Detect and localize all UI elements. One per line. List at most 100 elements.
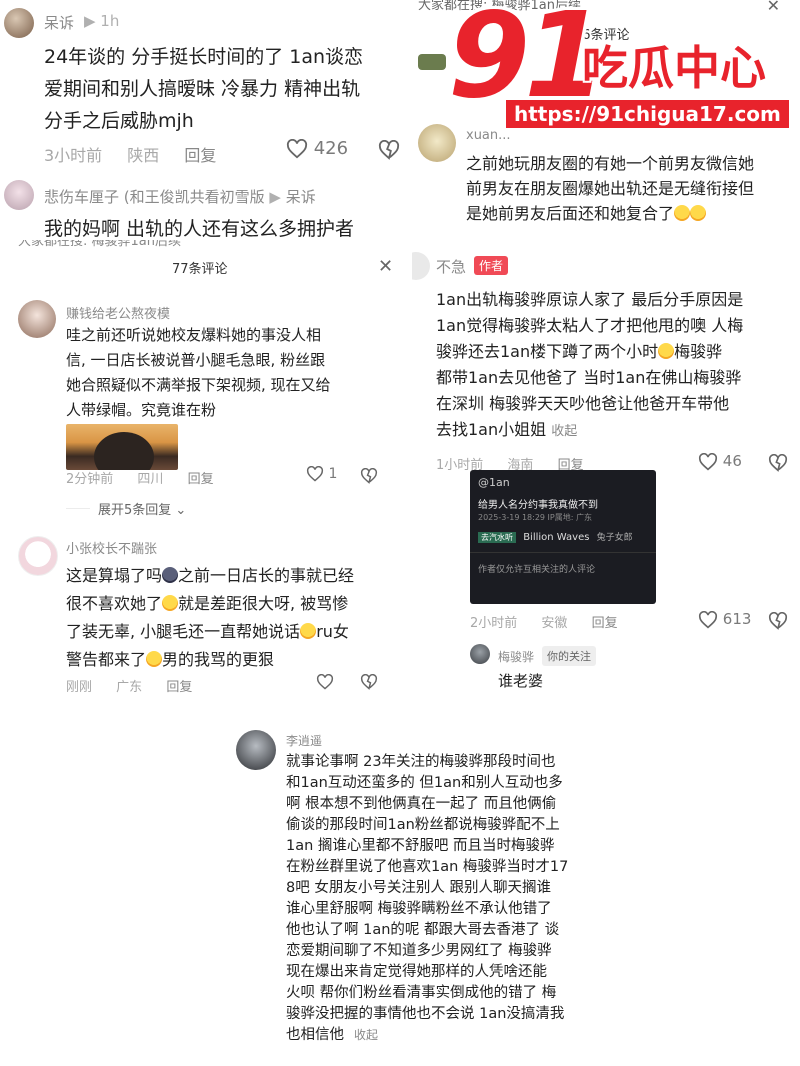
comment-time: 2小时前 — [470, 616, 518, 631]
avatar[interactable] — [236, 730, 276, 770]
avatar[interactable] — [412, 252, 430, 280]
avatar[interactable] — [18, 300, 56, 338]
music-title: Billion Waves — [523, 532, 590, 543]
comment-meta: 3小时前 陕西 回复 — [44, 142, 236, 166]
comment-username[interactable]: 悲伤车厘子 (和王俊凯共看初雪版 ▶ 呆诉 — [44, 186, 316, 207]
comment-text-line: 谁心里舒服啊 梅骏骅瞒粉丝不承认他错了 — [286, 901, 552, 917]
close-icon[interactable]: ✕ — [378, 256, 393, 277]
heart-icon — [286, 139, 308, 159]
comment-text-line: 警告都来了 男的我骂的更狠 — [66, 646, 274, 670]
comment-text: 去找1an小姐姐 — [436, 420, 547, 439]
card-divider — [470, 552, 656, 553]
comment-text: 男的我骂的更狠 — [162, 650, 275, 669]
comment-text-line: 去找1an小姐姐 收起 — [436, 416, 577, 440]
dislike-icon[interactable] — [360, 468, 378, 484]
comment-text-line: 1an出轨梅骏骅原谅人家了 最后分手原因是 — [436, 290, 744, 309]
comment-username[interactable]: 李逍遥 — [286, 732, 322, 749]
embedded-screenshot-card[interactable]: @1an 给男人名分约事我真做不到 2025-3-19 18:29 IP属地: … — [470, 470, 656, 604]
comment-text: 就是差距很大呀, 被骂惨 — [178, 594, 349, 613]
card-music-row[interactable]: 去汽水听 Billion Waves 兔子女郎 — [478, 530, 633, 543]
reply-button[interactable]: 回复 — [592, 616, 618, 631]
comment-text-line: 啊 根本想不到他俩真在一起了 而且他俩偷 — [286, 796, 557, 812]
comment-text: 警告都来了 — [66, 650, 147, 669]
comment-text-line: 就事论事啊 23年关注的梅骏骅那段时间也 — [286, 754, 556, 770]
comment-text-line: 恋爱期间聊了不知道多少男网红了 梅骏骅 — [286, 943, 552, 959]
comment-username[interactable]: 小张校长不踹张 — [66, 538, 157, 557]
dislike-icon[interactable] — [360, 674, 378, 690]
like-button[interactable]: 426 — [286, 138, 348, 159]
comment-text-line: 之前她玩朋友圈的有她一个前男友微信她 — [466, 154, 755, 173]
heart-icon[interactable] — [316, 674, 334, 690]
comment-text: 是她前男友后面还和她复合了 — [466, 204, 675, 223]
comment-text-line: 偷谈的那段时间1an粉丝都说梅骏骅配不上 — [286, 817, 560, 833]
comment-text: ru女 — [316, 622, 349, 641]
comment-text-line: 哇之前还听说她校友爆料她的事没人相 — [66, 326, 322, 344]
dark-face-emoji-icon — [162, 567, 179, 584]
crying-laugh-emoji-icon — [658, 343, 675, 360]
heart-icon — [306, 466, 324, 482]
comment-text-line: 这是算塌了吗 之前一日店长的事就已经 — [66, 562, 354, 586]
panel-right-middle: 不急 作者 1an出轨梅骏骅原谅人家了 最后分手原因是 1an觉得梅骏骅太粘人了才… — [412, 240, 800, 710]
avatar[interactable] — [4, 8, 34, 38]
like-button[interactable]: 613 — [698, 610, 751, 629]
comment-count: 77条评论 — [172, 262, 228, 277]
like-count: 613 — [722, 610, 752, 628]
card-date: 2025-3-19 18:29 IP属地: 广东 — [478, 513, 592, 522]
comment-text-line: 分手之后威胁mjh — [44, 110, 194, 132]
comment-text-line: 他也认了啊 1an的呢 都跟大哥去香港了 谈 — [286, 922, 560, 938]
comment-username[interactable]: 赚钱给老公熬夜模 — [66, 303, 170, 322]
heart-icon — [698, 610, 718, 628]
comment-text: 很不喜欢她了 — [66, 594, 163, 613]
comment-text-line: 现在爆出来肯定觉得她那样的人凭啥还能 — [286, 964, 547, 980]
comment-meta: 2分钟前 四川 回复 — [66, 468, 234, 487]
avatar[interactable] — [470, 644, 490, 664]
like-button[interactable]: 46 — [698, 452, 742, 471]
comment-text-line: 都带1an去见他爸了 当时1an在佛山梅骏骅 — [436, 368, 742, 387]
panel-bottom: 李逍遥 就事论事啊 23年关注的梅骏骅那段时间也 和1an互动还蛮多的 但1an和… — [222, 714, 602, 1066]
comment-time-header: ▶ 1h — [84, 12, 120, 30]
comment-time: 2分钟前 — [66, 472, 114, 487]
photo-subject — [94, 432, 154, 470]
comment-text-line: 在深圳 梅骏骅天天吵他爸让他爸开车带他 — [436, 394, 730, 413]
comment-location: 四川 — [137, 472, 164, 487]
collapse-button[interactable]: 收起 — [551, 424, 577, 439]
following-badge: 你的关注 — [542, 646, 597, 666]
comment-text-line: 她合照疑似不满举报下架视频, 现在又给 — [66, 376, 331, 394]
dislike-icon[interactable] — [768, 612, 788, 630]
avatar[interactable] — [4, 180, 34, 210]
reply-button[interactable]: 回复 — [184, 146, 216, 165]
grimace-emoji-icon — [162, 595, 179, 612]
like-button[interactable]: 1 — [306, 466, 337, 482]
comment-image[interactable] — [66, 424, 178, 470]
comment-text-line: 很不喜欢她了 就是差距很大呀, 被骂惨 — [66, 590, 348, 614]
music-artist: 兔子女郎 — [596, 533, 633, 543]
avatar[interactable] — [418, 54, 446, 70]
reply-button[interactable]: 回复 — [166, 680, 192, 695]
like-count: 1 — [328, 466, 338, 482]
chevron-down-icon: ⌄ — [175, 503, 187, 518]
watermark-url: https://91chigua17.com — [506, 100, 789, 128]
comment-username[interactable]: 不急 作者 — [436, 256, 509, 277]
wink-emoji-icon — [146, 651, 163, 668]
comment-text-line: 也相信他 收起 — [286, 1027, 379, 1043]
username-text: 不急 — [436, 258, 467, 276]
dislike-icon[interactable] — [768, 454, 788, 472]
dislike-icon[interactable] — [378, 140, 400, 160]
reply-to-user[interactable]: 呆诉 — [286, 188, 316, 206]
comment-meta: 刚刚 广东 回复 — [66, 676, 212, 695]
avatar[interactable] — [18, 536, 58, 576]
comment-username[interactable]: 呆诉 — [44, 12, 74, 33]
comment-username[interactable]: 梅骏骅 你的关注 — [498, 646, 597, 666]
comment-text: 梅骏骅 — [674, 342, 723, 361]
comment-text: 之前一日店长的事就已经 — [178, 566, 355, 585]
comment-text-line: 骏骅没把握的事情他也不会说 1an没搞清我 — [286, 1006, 565, 1022]
expand-replies-button[interactable]: 展开5条回复 ⌄ — [98, 499, 186, 518]
expand-divider — [66, 508, 90, 509]
username-text: 悲伤车厘子 (和王俊凯共看初雪版 — [44, 188, 265, 206]
collapse-button[interactable]: 收起 — [354, 1028, 378, 1042]
reply-button[interactable]: 回复 — [188, 472, 214, 487]
panel-left-middle: 大家都在搜: 梅骏骅1an后续 77条评论 ✕ 赚钱给老公熬夜模 哇之前还听说她… — [0, 240, 402, 710]
search-suggest-bar[interactable]: 大家都在搜: 梅骏骅1an后续 — [18, 240, 181, 249]
comment-time: 3小时前 — [44, 146, 103, 165]
comment-text-line: 1an 搁谁心里都不舒服吧 而且当时梅骏骅 — [286, 838, 555, 854]
